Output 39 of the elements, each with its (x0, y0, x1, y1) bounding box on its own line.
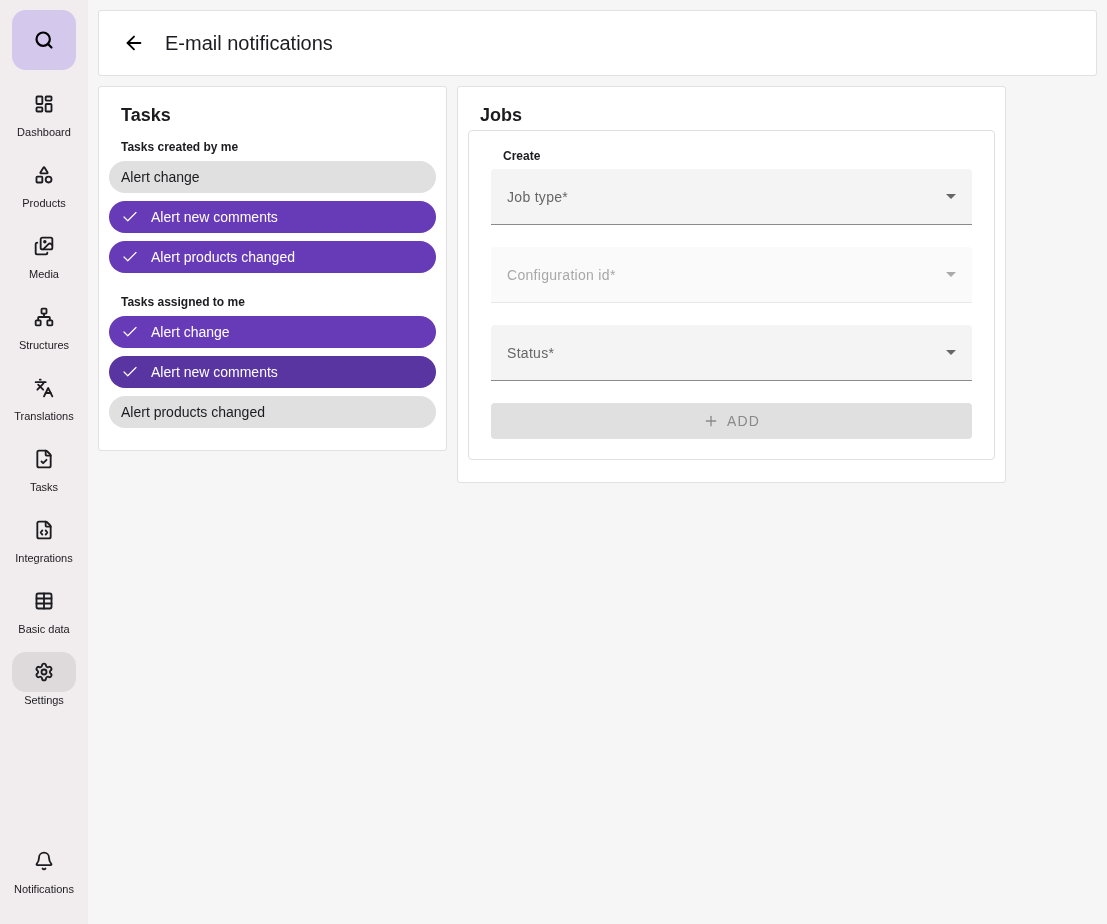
nav-item[interactable]: Tasks (0, 439, 88, 510)
card-title: Tasks (121, 105, 172, 126)
code-file-icon (34, 520, 54, 540)
structure-icon (34, 307, 54, 327)
nav-item[interactable]: Settings (0, 652, 88, 723)
translate-icon (34, 378, 54, 398)
select-field[interactable]: Status* (491, 325, 972, 381)
nav-item[interactable]: Products (0, 155, 88, 226)
nav-item[interactable]: Integrations (0, 510, 88, 581)
search-icon (34, 30, 54, 50)
settings-icon (34, 662, 54, 682)
caret-icon (946, 272, 956, 277)
search-button[interactable] (12, 10, 76, 70)
nav-item[interactable]: Notifications (0, 841, 88, 912)
bell-icon (34, 851, 54, 871)
dashboard-icon (34, 94, 54, 114)
nav-item[interactable]: Structures (0, 297, 88, 368)
page-title: E-mail notifications (165, 31, 333, 55)
filter-chip[interactable]: Alert products changed (109, 241, 436, 273)
nav-item[interactable]: Dashboard (0, 84, 88, 155)
section-title: Create (503, 149, 542, 163)
group-title: Tasks created by me (121, 140, 240, 154)
shapes-icon (34, 165, 54, 185)
table-icon (34, 591, 54, 611)
group-title: Tasks assigned to me (121, 295, 246, 309)
caret-icon (946, 350, 956, 355)
filter-chip[interactable]: Alert new comments (109, 201, 436, 233)
caret-icon (946, 194, 956, 199)
nav-item[interactable]: Translations (0, 368, 88, 439)
filter-chip[interactable]: Alert products changed (109, 396, 436, 428)
select-field[interactable]: Job type* (491, 169, 972, 225)
filter-chip[interactable]: Alert change (109, 161, 436, 193)
card-title: Jobs (480, 105, 523, 126)
nav-item[interactable]: Media (0, 226, 88, 297)
file-check-icon (34, 449, 54, 469)
images-icon (34, 236, 54, 256)
filter-chip[interactable]: Alert new comments (109, 356, 436, 388)
filter-chip[interactable]: Alert change (109, 316, 436, 348)
nav-item[interactable]: Basic data (0, 581, 88, 652)
